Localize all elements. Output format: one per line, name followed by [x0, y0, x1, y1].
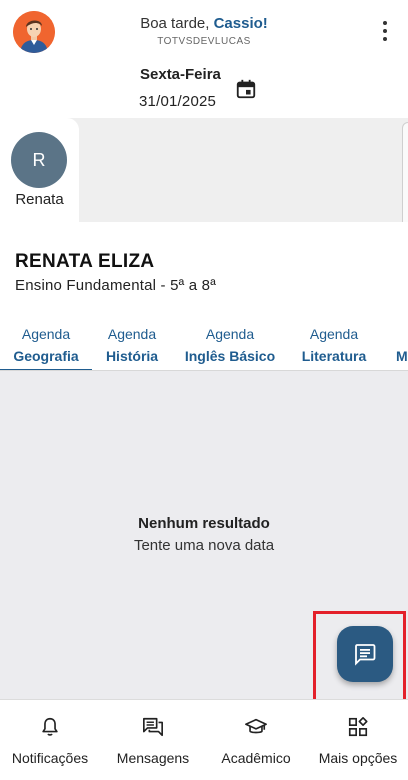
- greeting: Boa tarde, Cassio!: [0, 15, 408, 32]
- tab-line2: M: [396, 348, 408, 364]
- tab-line2: História: [105, 348, 159, 364]
- tab-agenda-historia[interactable]: Agenda História: [92, 322, 172, 370]
- nav-label: Acadêmico: [221, 750, 291, 766]
- message-fab-button[interactable]: [337, 626, 393, 682]
- bottom-navigation: Notificações Mensagens Acadêmico Mais op…: [0, 699, 408, 780]
- selected-date: 31/01/2025: [139, 93, 217, 110]
- empty-state-subtitle: Tente uma nova data: [133, 537, 275, 554]
- apps-icon: [348, 717, 368, 737]
- more-options-menu-icon[interactable]: [376, 21, 394, 41]
- tab-line1: Agenda: [205, 326, 255, 342]
- tab-line1: [396, 326, 400, 342]
- tab-partial[interactable]: M: [390, 322, 408, 370]
- tab-line2: Literatura: [301, 348, 367, 364]
- greeting-prefix: Boa tarde,: [140, 15, 210, 32]
- selected-weekday: Sexta-Feira: [140, 66, 221, 83]
- student-card[interactable]: R Renata: [0, 118, 79, 222]
- tab-agenda-geografia[interactable]: Agenda Geografia: [0, 322, 92, 370]
- tab-line2: Inglês Básico: [184, 348, 276, 364]
- tab-line1: Agenda: [21, 326, 71, 342]
- nav-academico[interactable]: Acadêmico: [206, 700, 306, 780]
- tab-line2: Geografia: [13, 348, 79, 364]
- student-name: Renata: [15, 191, 64, 208]
- nav-notificacoes[interactable]: Notificações: [0, 700, 100, 780]
- nav-mais-opcoes[interactable]: Mais opções: [308, 700, 408, 780]
- graduation-cap-icon: [245, 718, 267, 734]
- empty-state-title: Nenhum resultado: [138, 515, 270, 532]
- bell-icon: [42, 717, 58, 736]
- nav-label: Notificações: [11, 750, 89, 766]
- agenda-tabs: Agenda Geografia Agenda História Agenda …: [0, 322, 408, 371]
- tab-line1: Agenda: [107, 326, 157, 342]
- tab-line1: Agenda: [309, 326, 359, 342]
- message-icon: [355, 644, 376, 666]
- nav-label: Mensagens: [116, 750, 190, 766]
- student-full-name: RENATA ELIZA: [15, 251, 155, 272]
- nav-label: Mais opções: [318, 750, 398, 766]
- tab-agenda-literatura[interactable]: Agenda Literatura: [292, 322, 376, 370]
- student-level: Ensino Fundamental - 5ª a 8ª: [15, 277, 216, 294]
- student-selector: R Renata: [0, 118, 408, 254]
- username-label: TOTVSDEVLUCAS: [157, 36, 251, 47]
- student-avatar: R: [11, 132, 67, 188]
- app-header: Boa tarde, Cassio! TOTVSDEVLUCAS Sexta-F…: [0, 0, 408, 118]
- chat-icon: [143, 717, 163, 737]
- tab-agenda-ingles-basico[interactable]: Agenda Inglês Básico: [178, 322, 282, 370]
- student-info: RENATA ELIZA Ensino Fundamental - 5ª a 8…: [0, 222, 408, 322]
- greeting-user-name: Cassio!: [213, 15, 268, 32]
- nav-mensagens[interactable]: Mensagens: [103, 700, 203, 780]
- calendar-icon[interactable]: [235, 78, 257, 100]
